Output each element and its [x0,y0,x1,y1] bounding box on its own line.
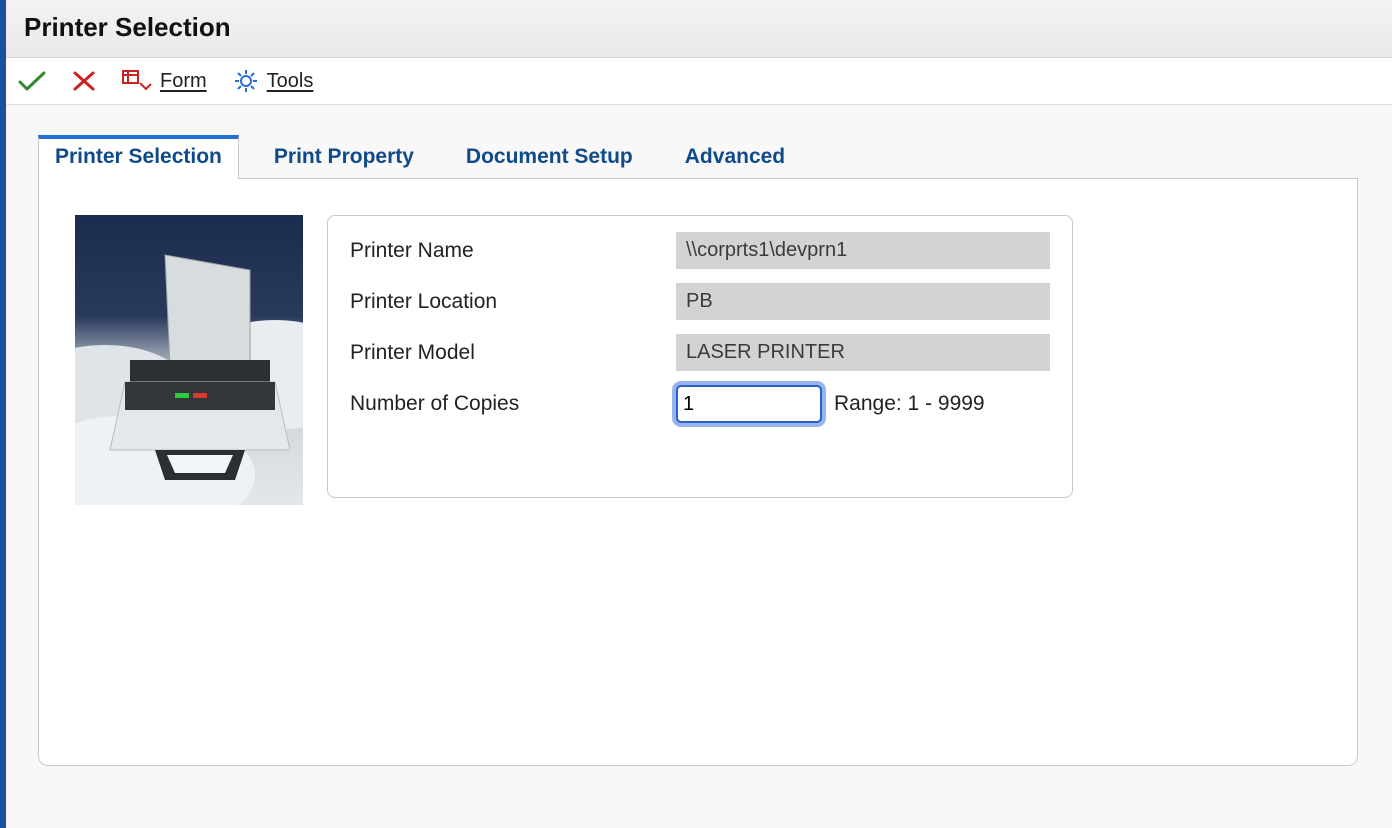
tools-menu-label: Tools [267,70,314,93]
tab-label: Document Setup [466,145,633,168]
form-icon [122,69,152,93]
tab-label: Print Property [274,145,414,168]
tab-label: Printer Selection [55,145,222,168]
tab-advanced[interactable]: Advanced [668,134,802,179]
form-menu-label: Form [160,70,207,93]
tab-label: Advanced [685,145,785,168]
cancel-button[interactable] [72,70,96,92]
tools-menu[interactable]: Tools [233,68,314,94]
printer-fields: Printer Name \\corprts1\devprn1 Printer … [327,215,1073,498]
printer-model-value: LASER PRINTER [676,334,1050,371]
left-accent-bar [0,0,6,828]
printer-location-value: PB [676,283,1050,320]
title-bar: Printer Selection [0,0,1392,58]
field-label: Printer Location [350,290,676,314]
page-title: Printer Selection [24,12,231,42]
field-label: Printer Name [350,239,676,263]
close-icon [72,70,96,92]
tab-panel: Printer Name \\corprts1\devprn1 Printer … [38,179,1358,766]
field-printer-model: Printer Model LASER PRINTER [350,334,1050,371]
tab-document-setup[interactable]: Document Setup [449,134,650,179]
printer-name-value: \\corprts1\devprn1 [676,232,1050,269]
form-menu[interactable]: Form [122,69,207,93]
copies-input[interactable] [676,385,822,423]
tabs: Printer Selection Print Property Documen… [38,133,1358,179]
tab-print-property[interactable]: Print Property [257,134,431,179]
printer-illustration [75,215,303,505]
copies-range-text: Range: 1 - 9999 [834,392,985,416]
field-label: Printer Model [350,341,676,365]
tab-printer-selection[interactable]: Printer Selection [38,135,239,179]
tabs-container: Printer Selection Print Property Documen… [0,105,1392,796]
field-printer-location: Printer Location PB [350,283,1050,320]
check-icon [18,70,46,92]
ok-button[interactable] [18,70,46,92]
field-label: Number of Copies [350,392,676,416]
gear-icon [233,68,259,94]
toolbar: Form Tools [0,58,1392,105]
field-printer-name: Printer Name \\corprts1\devprn1 [350,232,1050,269]
field-number-of-copies: Number of Copies Range: 1 - 9999 [350,385,1050,423]
